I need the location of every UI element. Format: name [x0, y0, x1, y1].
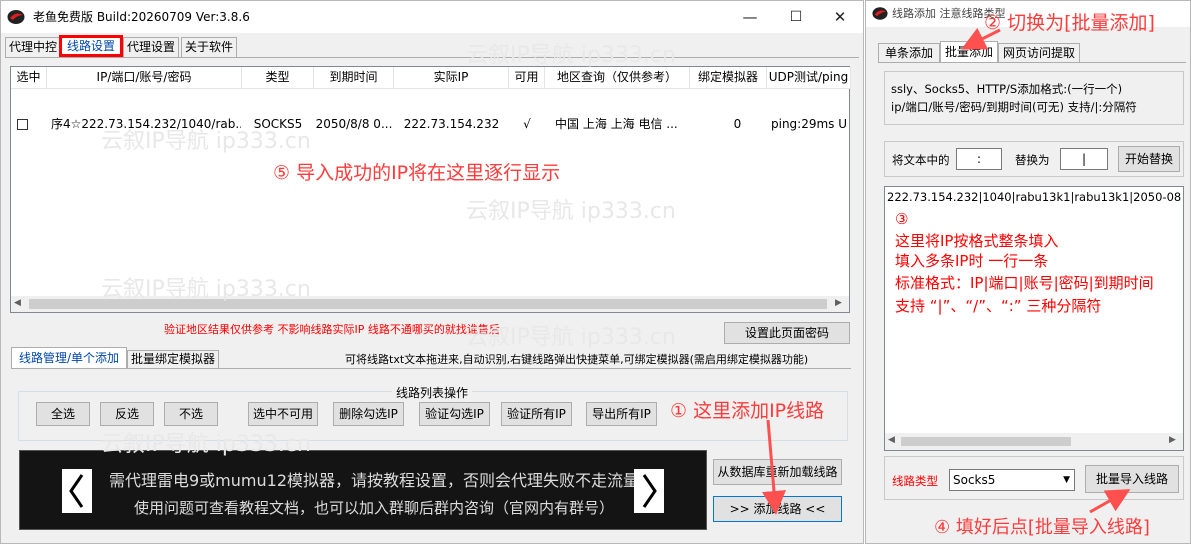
arrow-2	[961, 27, 1001, 50]
arrow-1	[762, 419, 786, 515]
callout-arrows	[762, 27, 1131, 515]
arrow-4	[1089, 489, 1131, 514]
